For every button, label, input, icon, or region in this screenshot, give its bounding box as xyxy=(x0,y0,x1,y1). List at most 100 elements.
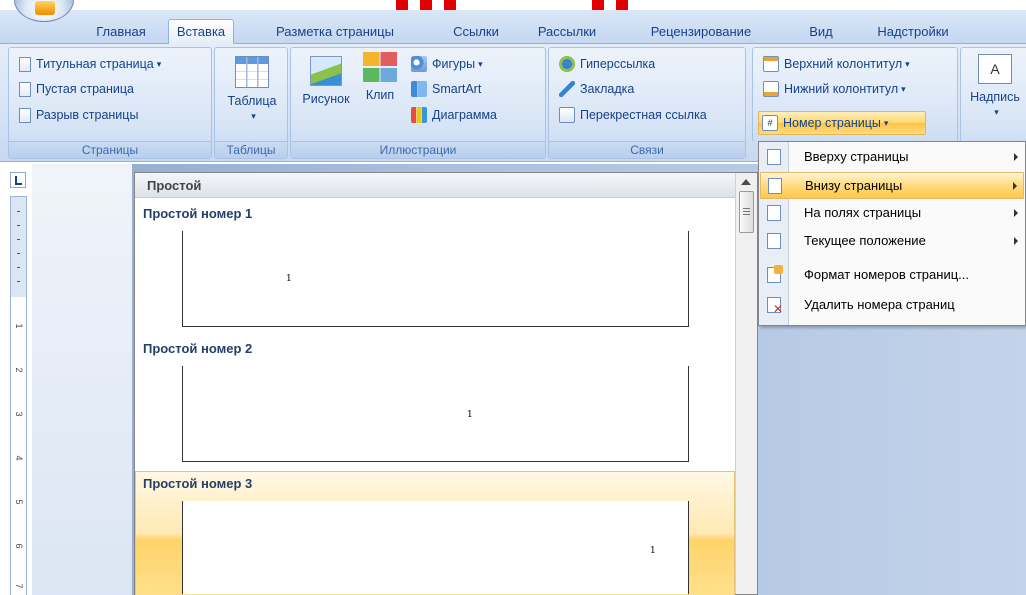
remove-page-numbers-icon xyxy=(767,297,783,316)
document-margin-area xyxy=(32,164,132,595)
ruler-number: 6 xyxy=(14,543,24,549)
top-of-page-icon xyxy=(767,149,781,165)
ruler-tick xyxy=(17,281,20,282)
picture-icon xyxy=(310,56,342,86)
tab-mailings[interactable]: Рассылки xyxy=(532,22,602,44)
page-number-sample: 1 xyxy=(467,410,473,420)
menu-item-bottom-of-page[interactable]: Внизу страницы xyxy=(760,172,1024,199)
page-break-icon xyxy=(19,107,31,123)
cross-reference-icon xyxy=(559,107,575,123)
ruler-number: 7 xyxy=(14,583,24,589)
menu-item-top-of-page[interactable]: Вверху страницы xyxy=(760,144,1024,171)
gallery-item-title: Простой номер 2 xyxy=(143,341,253,356)
format-page-numbers-icon xyxy=(767,265,783,283)
footer-icon xyxy=(763,81,779,97)
group-illustrations: Рисунок Клип Фигуры ▾ SmartArt Диаграмма … xyxy=(290,47,546,159)
menu-item-remove-page-numbers[interactable]: Удалить номера страниц xyxy=(760,292,1024,319)
picture-button[interactable]: Рисунок xyxy=(295,56,357,106)
gallery-item-simple-2[interactable]: 1 xyxy=(182,366,689,462)
submenu-arrow-icon xyxy=(1014,209,1018,217)
title-page-button[interactable]: Титульная страница ▾ xyxy=(19,53,161,75)
tab-references[interactable]: Ссылки xyxy=(448,22,504,44)
page-number-menu: Вверху страницы Внизу страницы На полях … xyxy=(758,141,1026,326)
office-logo-icon xyxy=(35,1,55,15)
textbox-button[interactable]: A Надпись ▾ xyxy=(965,54,1025,118)
ruler-tick xyxy=(17,253,20,254)
title-fragment xyxy=(396,0,656,10)
clip-button[interactable]: Клип xyxy=(359,52,401,102)
smartart-icon xyxy=(411,81,427,97)
ruler-tick xyxy=(17,225,20,226)
chart-icon xyxy=(411,107,427,123)
chevron-down-icon: ▾ xyxy=(994,107,999,117)
cross-reference-button[interactable]: Перекрестная ссылка xyxy=(559,104,707,126)
tab-home[interactable]: Главная xyxy=(86,22,156,44)
scroll-thumb[interactable] xyxy=(739,191,754,233)
ruler-number: 4 xyxy=(14,455,24,461)
group-links: Гиперссылка Закладка Перекрестная ссылка… xyxy=(548,47,746,159)
ruler-tick xyxy=(17,267,20,268)
ruler-toggle[interactable] xyxy=(10,172,26,188)
bottom-of-page-icon xyxy=(768,178,782,194)
chevron-down-icon: ▾ xyxy=(478,59,483,69)
ruler-margin xyxy=(11,197,26,297)
ruler-tick xyxy=(17,239,20,240)
group-label-illustrations: Иллюстрации xyxy=(291,141,545,158)
smartart-button[interactable]: SmartArt xyxy=(411,78,481,100)
ruler-number: 1 xyxy=(14,323,24,329)
textbox-icon: A xyxy=(978,54,1012,84)
tab-view[interactable]: Вид xyxy=(806,22,836,44)
header-icon xyxy=(763,56,779,72)
bookmark-button[interactable]: Закладка xyxy=(559,78,634,100)
submenu-arrow-icon xyxy=(1014,237,1018,245)
tab-review[interactable]: Рецензирование xyxy=(640,22,762,44)
vertical-ruler[interactable]: 1 2 3 4 5 6 7 xyxy=(10,196,27,595)
tab-addins[interactable]: Надстройки xyxy=(868,22,958,44)
chevron-down-icon: ▾ xyxy=(251,111,256,121)
page-number-icon: # xyxy=(762,115,778,131)
gallery-item-simple-1[interactable]: 1 xyxy=(182,231,689,327)
menu-item-current-position[interactable]: Текущее положение xyxy=(760,228,1024,255)
page-number-sample: 1 xyxy=(650,546,656,556)
menu-item-format-page-numbers[interactable]: Формат номеров страниц... xyxy=(760,262,1024,289)
submenu-arrow-icon xyxy=(1013,182,1017,190)
chevron-down-icon: ▾ xyxy=(901,84,906,94)
blank-page-button[interactable]: Пустая страница xyxy=(19,78,134,100)
title-page-icon xyxy=(19,56,31,72)
hyperlink-button[interactable]: Гиперссылка xyxy=(559,53,655,75)
ruler-number: 2 xyxy=(14,367,24,373)
table-button[interactable]: Таблица ▾ xyxy=(221,56,283,122)
page-number-sample: 1 xyxy=(286,274,292,284)
ribbon-tab-bar: Главная Вставка Разметка страницы Ссылки… xyxy=(0,10,1026,45)
gallery-scrollbar[interactable] xyxy=(735,173,757,594)
chevron-down-icon: ▾ xyxy=(905,59,910,69)
shapes-icon xyxy=(411,56,427,72)
menu-item-page-margins[interactable]: На полях страницы xyxy=(760,200,1024,227)
group-label-pages: Страницы xyxy=(9,141,211,158)
group-tables: Таблица ▾ Таблицы xyxy=(214,47,288,159)
header-button[interactable]: Верхний колонтитул ▾ xyxy=(763,53,910,75)
gallery-item-title: Простой номер 1 xyxy=(143,206,253,221)
chart-button[interactable]: Диаграмма xyxy=(411,104,497,126)
shapes-button[interactable]: Фигуры ▾ xyxy=(411,53,483,75)
page-number-button[interactable]: # Номер страницы ▾ xyxy=(762,112,888,134)
hyperlink-icon xyxy=(559,56,575,72)
tab-insert[interactable]: Вставка xyxy=(168,19,234,45)
footer-button[interactable]: Нижний колонтитул ▾ xyxy=(763,78,906,100)
page-number-gallery: Простой Простой номер 1 1 Простой номер … xyxy=(134,172,758,595)
submenu-arrow-icon xyxy=(1014,153,1018,161)
gallery-item-title: Простой номер 3 xyxy=(143,476,253,491)
ruler-number: 3 xyxy=(14,411,24,417)
group-label-links: Связи xyxy=(549,141,745,158)
ruler-tick xyxy=(17,211,20,212)
chevron-down-icon: ▾ xyxy=(883,118,889,128)
tab-page-layout[interactable]: Разметка страницы xyxy=(268,22,402,44)
chevron-down-icon: ▾ xyxy=(156,59,162,69)
table-icon xyxy=(235,56,269,88)
gallery-item-simple-3[interactable]: 1 xyxy=(182,501,689,594)
page-break-button[interactable]: Разрыв страницы xyxy=(19,104,138,126)
gallery-section-header: Простой xyxy=(135,173,735,198)
scroll-up-arrow-icon[interactable] xyxy=(741,179,751,185)
clipart-icon xyxy=(363,52,397,82)
current-position-icon xyxy=(767,233,781,249)
